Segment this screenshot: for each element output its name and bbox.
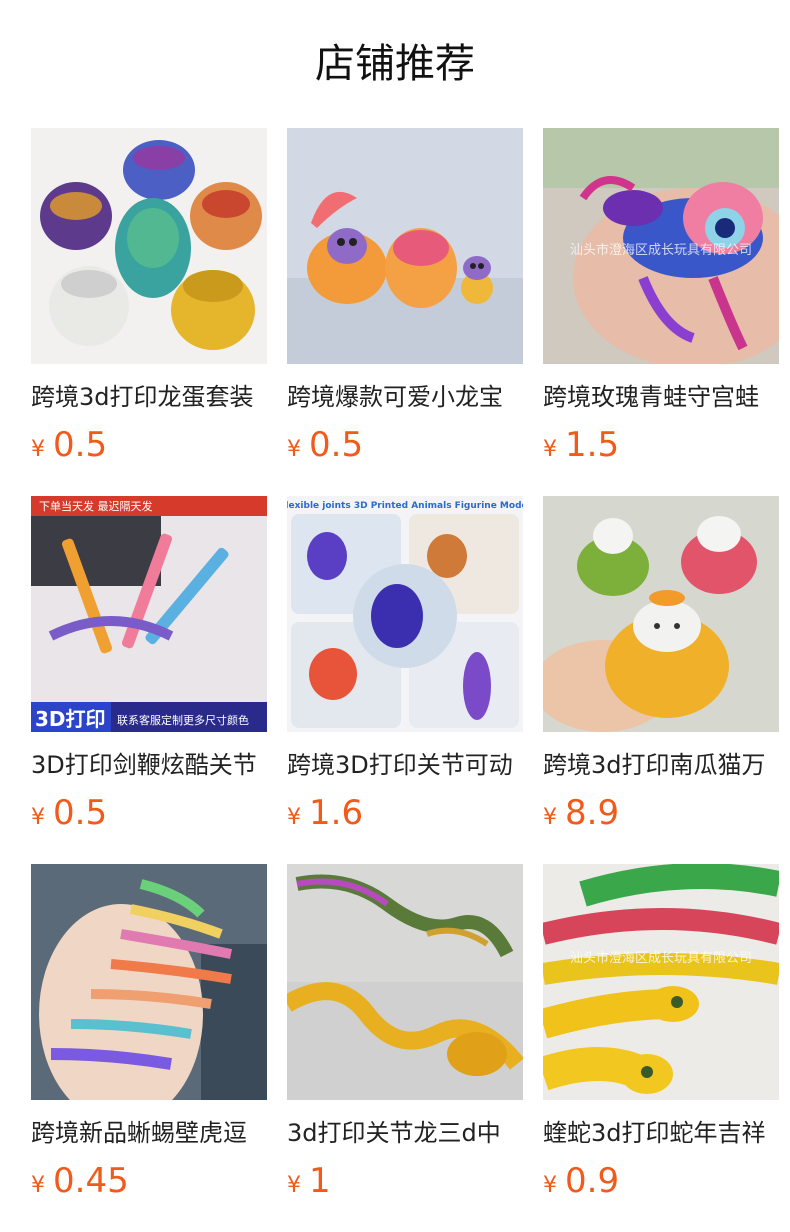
currency-symbol: ¥ (31, 805, 45, 830)
product-image[interactable] (287, 128, 523, 364)
product-name[interactable]: 跨境玫瑰青蛙守宫蛙 (543, 380, 779, 414)
product-card[interactable]: 跨境3d打印龙蛋套装 ¥0.5 (31, 128, 267, 496)
product-name[interactable]: 3D打印剑鞭炫酷关节 (31, 748, 267, 782)
currency-symbol: ¥ (31, 437, 45, 462)
price-amount: 0.5 (53, 793, 108, 833)
price-amount: 1 (309, 1161, 331, 1201)
banner-bottom-text: 联系客服定制更多尺寸颜色 (117, 713, 249, 727)
currency-symbol: ¥ (543, 1173, 557, 1198)
currency-symbol: ¥ (287, 805, 301, 830)
product-image[interactable] (31, 864, 267, 1100)
product-image[interactable]: Flexible joints 3D Printed Animals Figur… (287, 496, 523, 732)
product-card[interactable]: 跨境新品蜥蜴壁虎逗 ¥0.45 (31, 864, 267, 1232)
currency-symbol: ¥ (287, 437, 301, 462)
product-name[interactable]: 跨境新品蜥蜴壁虎逗 (31, 1116, 267, 1150)
price-amount: 0.5 (309, 425, 364, 465)
price-amount: 0.45 (53, 1161, 129, 1201)
product-price: ¥0.9 (543, 1158, 779, 1204)
section-title: 店铺推荐 (315, 41, 475, 87)
product-name[interactable]: 跨境3d打印南瓜猫万 (543, 748, 779, 782)
product-card[interactable]: 跨境3d打印南瓜猫万 ¥8.9 (543, 496, 779, 864)
product-price: ¥1 (287, 1158, 523, 1204)
banner-top-text: 下单当天发 最迟隔天发 (39, 499, 153, 513)
product-card[interactable]: 汕头市澄海区成长玩具有限公司 蝰蛇3d打印蛇年吉祥 ¥0.9 (543, 864, 779, 1232)
product-image[interactable]: 汕头市澄海区成长玩具有限公司 (543, 864, 779, 1100)
product-price: ¥0.5 (31, 422, 267, 468)
price-amount: 0.5 (53, 425, 108, 465)
product-price: ¥0.5 (31, 790, 267, 836)
product-name[interactable]: 跨境3D打印关节可动 (287, 748, 523, 782)
price-amount: 8.9 (565, 793, 620, 833)
product-image[interactable]: 下单当天发 最迟隔天发 3D打印 联系客服定制更多尺寸颜色 (31, 496, 267, 732)
watermark: 汕头市澄海区成长玩具有限公司 (570, 950, 752, 966)
product-image[interactable] (287, 864, 523, 1100)
product-card[interactable]: 3d打印关节龙三d中 ¥1 (287, 864, 523, 1232)
product-card[interactable]: Flexible joints 3D Printed Animals Figur… (287, 496, 523, 864)
product-name[interactable]: 蝰蛇3d打印蛇年吉祥 (543, 1116, 779, 1150)
product-grid: 跨境3d打印龙蛋套装 ¥0.5 跨境爆款可爱小龙宝 ¥ 0.5 汕头市澄海区成长… (31, 128, 779, 1232)
product-name[interactable]: 3d打印关节龙三d中 (287, 1116, 523, 1150)
currency-symbol: ¥ (543, 805, 557, 830)
product-price: ¥8.9 (543, 790, 779, 836)
product-price: ¥0.45 (31, 1158, 267, 1204)
price-amount: 1.5 (565, 425, 620, 465)
product-price: ¥1.5 (543, 422, 779, 468)
currency-symbol: ¥ (31, 1173, 45, 1198)
price-amount: 1.6 (309, 793, 364, 833)
watermark: 汕头市澄海区成长玩具有限公司 (570, 242, 752, 258)
product-card[interactable]: 跨境爆款可爱小龙宝 ¥0.5 (287, 128, 523, 496)
currency-symbol: ¥ (543, 437, 557, 462)
banner-big-text: 3D打印 (35, 707, 106, 731)
product-image[interactable] (543, 496, 779, 732)
price-amount: 0.9 (565, 1161, 620, 1201)
product-image[interactable] (31, 128, 267, 364)
product-price: ¥1.6 (287, 790, 523, 836)
shop-recommend-page: 店铺推荐 跨境3d打印龙蛋套装 ¥ 0.5 跨境爆款可爱小龙宝 ¥ 0.5 汕头… (0, 0, 790, 1232)
product-name[interactable]: 跨境3d打印龙蛋套装 (31, 380, 267, 414)
product-card[interactable]: 汕头市澄海区成长玩具有限公司 跨境玫瑰青蛙守宫蛙 ¥1.5 (543, 128, 779, 496)
banner-top-text: Flexible joints 3D Printed Animals Figur… (287, 501, 523, 511)
product-image[interactable]: 汕头市澄海区成长玩具有限公司 (543, 128, 779, 364)
product-card[interactable]: 下单当天发 最迟隔天发 3D打印 联系客服定制更多尺寸颜色 3D打印剑鞭炫酷关节… (31, 496, 267, 864)
product-name[interactable]: 跨境爆款可爱小龙宝 (287, 380, 523, 414)
product-price: ¥0.5 (287, 422, 523, 468)
currency-symbol: ¥ (287, 1173, 301, 1198)
